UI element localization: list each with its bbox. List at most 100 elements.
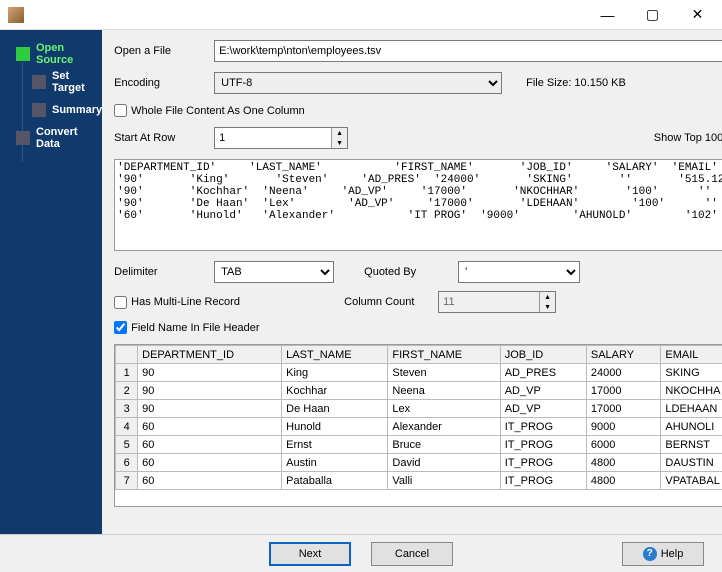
help-button[interactable]: ? Help [622,542,704,566]
table-cell[interactable]: King [282,364,388,382]
table-row[interactable]: 290KochharNeenaAD_VP17000NKOCHHA [116,382,722,400]
row-number: 2 [116,382,138,400]
table-cell[interactable]: 9000 [586,418,661,436]
table-cell[interactable]: Alexander [388,418,500,436]
table-row[interactable]: 560ErnstBruceIT_PROG6000BERNST [116,436,722,454]
maximize-button[interactable]: ▢ [630,0,675,30]
table-cell[interactable]: David [388,454,500,472]
spinner-down-icon[interactable]: ▼ [332,138,347,148]
spinner-down-icon[interactable]: ▼ [540,302,555,312]
table-cell[interactable]: 90 [138,400,282,418]
delimiter-select[interactable]: TAB [214,261,334,283]
field-header-label: Field Name In File Header [131,322,259,334]
table-cell[interactable]: Kochhar [282,382,388,400]
table-cell[interactable]: BERNST [661,436,722,454]
column-header[interactable]: LAST_NAME [282,346,388,364]
table-cell[interactable]: IT_PROG [500,436,586,454]
table-cell[interactable]: IT_PROG [500,472,586,490]
column-header[interactable]: FIRST_NAME [388,346,500,364]
show-top-rows-label: Show Top 100 Rows [654,132,722,144]
table-row[interactable]: 760PataballaValliIT_PROG4800VPATABAL [116,472,722,490]
table-cell[interactable]: 4800 [586,454,661,472]
table-cell[interactable]: De Haan [282,400,388,418]
button-bar: Next Cancel ? Help [0,534,722,572]
quoted-by-label: Quoted By [364,266,458,278]
column-header[interactable]: DEPARTMENT_ID [138,346,282,364]
table-cell[interactable]: 17000 [586,400,661,418]
multiline-label: Has Multi-Line Record [131,296,240,308]
window-titlebar: — ▢ ✕ [0,0,722,30]
quoted-by-select[interactable]: ' [458,261,580,283]
table-cell[interactable]: LDEHAAN [661,400,722,418]
table-cell[interactable]: Ernst [282,436,388,454]
minimize-button[interactable]: — [585,0,630,30]
table-cell[interactable]: 6000 [586,436,661,454]
help-icon: ? [643,547,657,561]
table-cell[interactable]: AD_VP [500,400,586,418]
encoding-select[interactable]: UTF-8 [214,72,502,94]
column-header[interactable]: EMAIL [661,346,722,364]
column-count-label: Column Count [344,296,438,308]
table-cell[interactable]: 90 [138,364,282,382]
table-cell[interactable]: SKING [661,364,722,382]
close-button[interactable]: ✕ [675,0,720,30]
cancel-button[interactable]: Cancel [371,542,453,566]
table-cell[interactable]: 60 [138,436,282,454]
sidebar-item-label: Summary [52,104,102,116]
next-button[interactable]: Next [269,542,351,566]
file-path-input[interactable] [214,40,722,62]
table-cell[interactable]: NKOCHHA [661,382,722,400]
main-panel: Open a File ▤ Encoding UTF-8 File Size: … [102,30,722,534]
table-cell[interactable]: AD_VP [500,382,586,400]
row-number: 7 [116,472,138,490]
table-cell[interactable]: Pataballa [282,472,388,490]
sidebar-item-summary[interactable]: Summary [0,96,102,124]
table-cell[interactable]: Bruce [388,436,500,454]
table-cell[interactable]: AHUNOLI [661,418,722,436]
data-grid[interactable]: DEPARTMENT_IDLAST_NAMEFIRST_NAMEJOB_IDSA… [114,344,722,507]
field-header-checkbox[interactable] [114,321,127,334]
table-cell[interactable]: 60 [138,472,282,490]
table-row[interactable]: 660AustinDavidIT_PROG4800DAUSTIN [116,454,722,472]
table-cell[interactable]: VPATABAL [661,472,722,490]
table-cell[interactable]: DAUSTIN [661,454,722,472]
sidebar-item-open-source[interactable]: Open Source [0,40,102,68]
row-number: 5 [116,436,138,454]
table-cell[interactable]: Steven [388,364,500,382]
table-row[interactable]: 190KingStevenAD_PRES24000SKING [116,364,722,382]
table-cell[interactable]: 17000 [586,382,661,400]
table-cell[interactable]: Hunold [282,418,388,436]
spinner-up-icon[interactable]: ▲ [332,128,347,138]
column-header[interactable]: JOB_ID [500,346,586,364]
sidebar-item-convert-data[interactable]: Convert Data [0,124,102,152]
table-cell[interactable]: 4800 [586,472,661,490]
open-file-label: Open a File [114,45,214,57]
start-row-input[interactable] [215,128,331,148]
whole-file-checkbox[interactable] [114,104,127,117]
sidebar-item-label: Convert Data [36,126,102,150]
table-row[interactable]: 390De HaanLexAD_VP17000LDEHAAN [116,400,722,418]
table-cell[interactable]: 24000 [586,364,661,382]
start-row-spinner[interactable]: ▲▼ [214,127,348,149]
table-cell[interactable]: 90 [138,382,282,400]
row-number: 3 [116,400,138,418]
table-row[interactable]: 460HunoldAlexanderIT_PROG9000AHUNOLI [116,418,722,436]
column-count-spinner[interactable]: ▲▼ [438,291,556,313]
table-cell[interactable]: IT_PROG [500,418,586,436]
column-header[interactable]: SALARY [586,346,661,364]
table-cell[interactable]: IT_PROG [500,454,586,472]
whole-file-label: Whole File Content As One Column [131,105,305,117]
multiline-checkbox[interactable] [114,296,127,309]
table-cell[interactable]: Austin [282,454,388,472]
row-number: 6 [116,454,138,472]
table-cell[interactable]: 60 [138,454,282,472]
table-cell[interactable]: Lex [388,400,500,418]
sidebar-item-set-target[interactable]: Set Target [0,68,102,96]
spinner-up-icon[interactable]: ▲ [540,292,555,302]
table-cell[interactable]: 60 [138,418,282,436]
raw-preview-pane[interactable]: 'DEPARTMENT_ID' 'LAST_NAME' 'FIRST_NAME'… [114,159,722,251]
table-cell[interactable]: Neena [388,382,500,400]
table-cell[interactable]: AD_PRES [500,364,586,382]
table-cell[interactable]: Valli [388,472,500,490]
grid-corner [116,346,138,364]
